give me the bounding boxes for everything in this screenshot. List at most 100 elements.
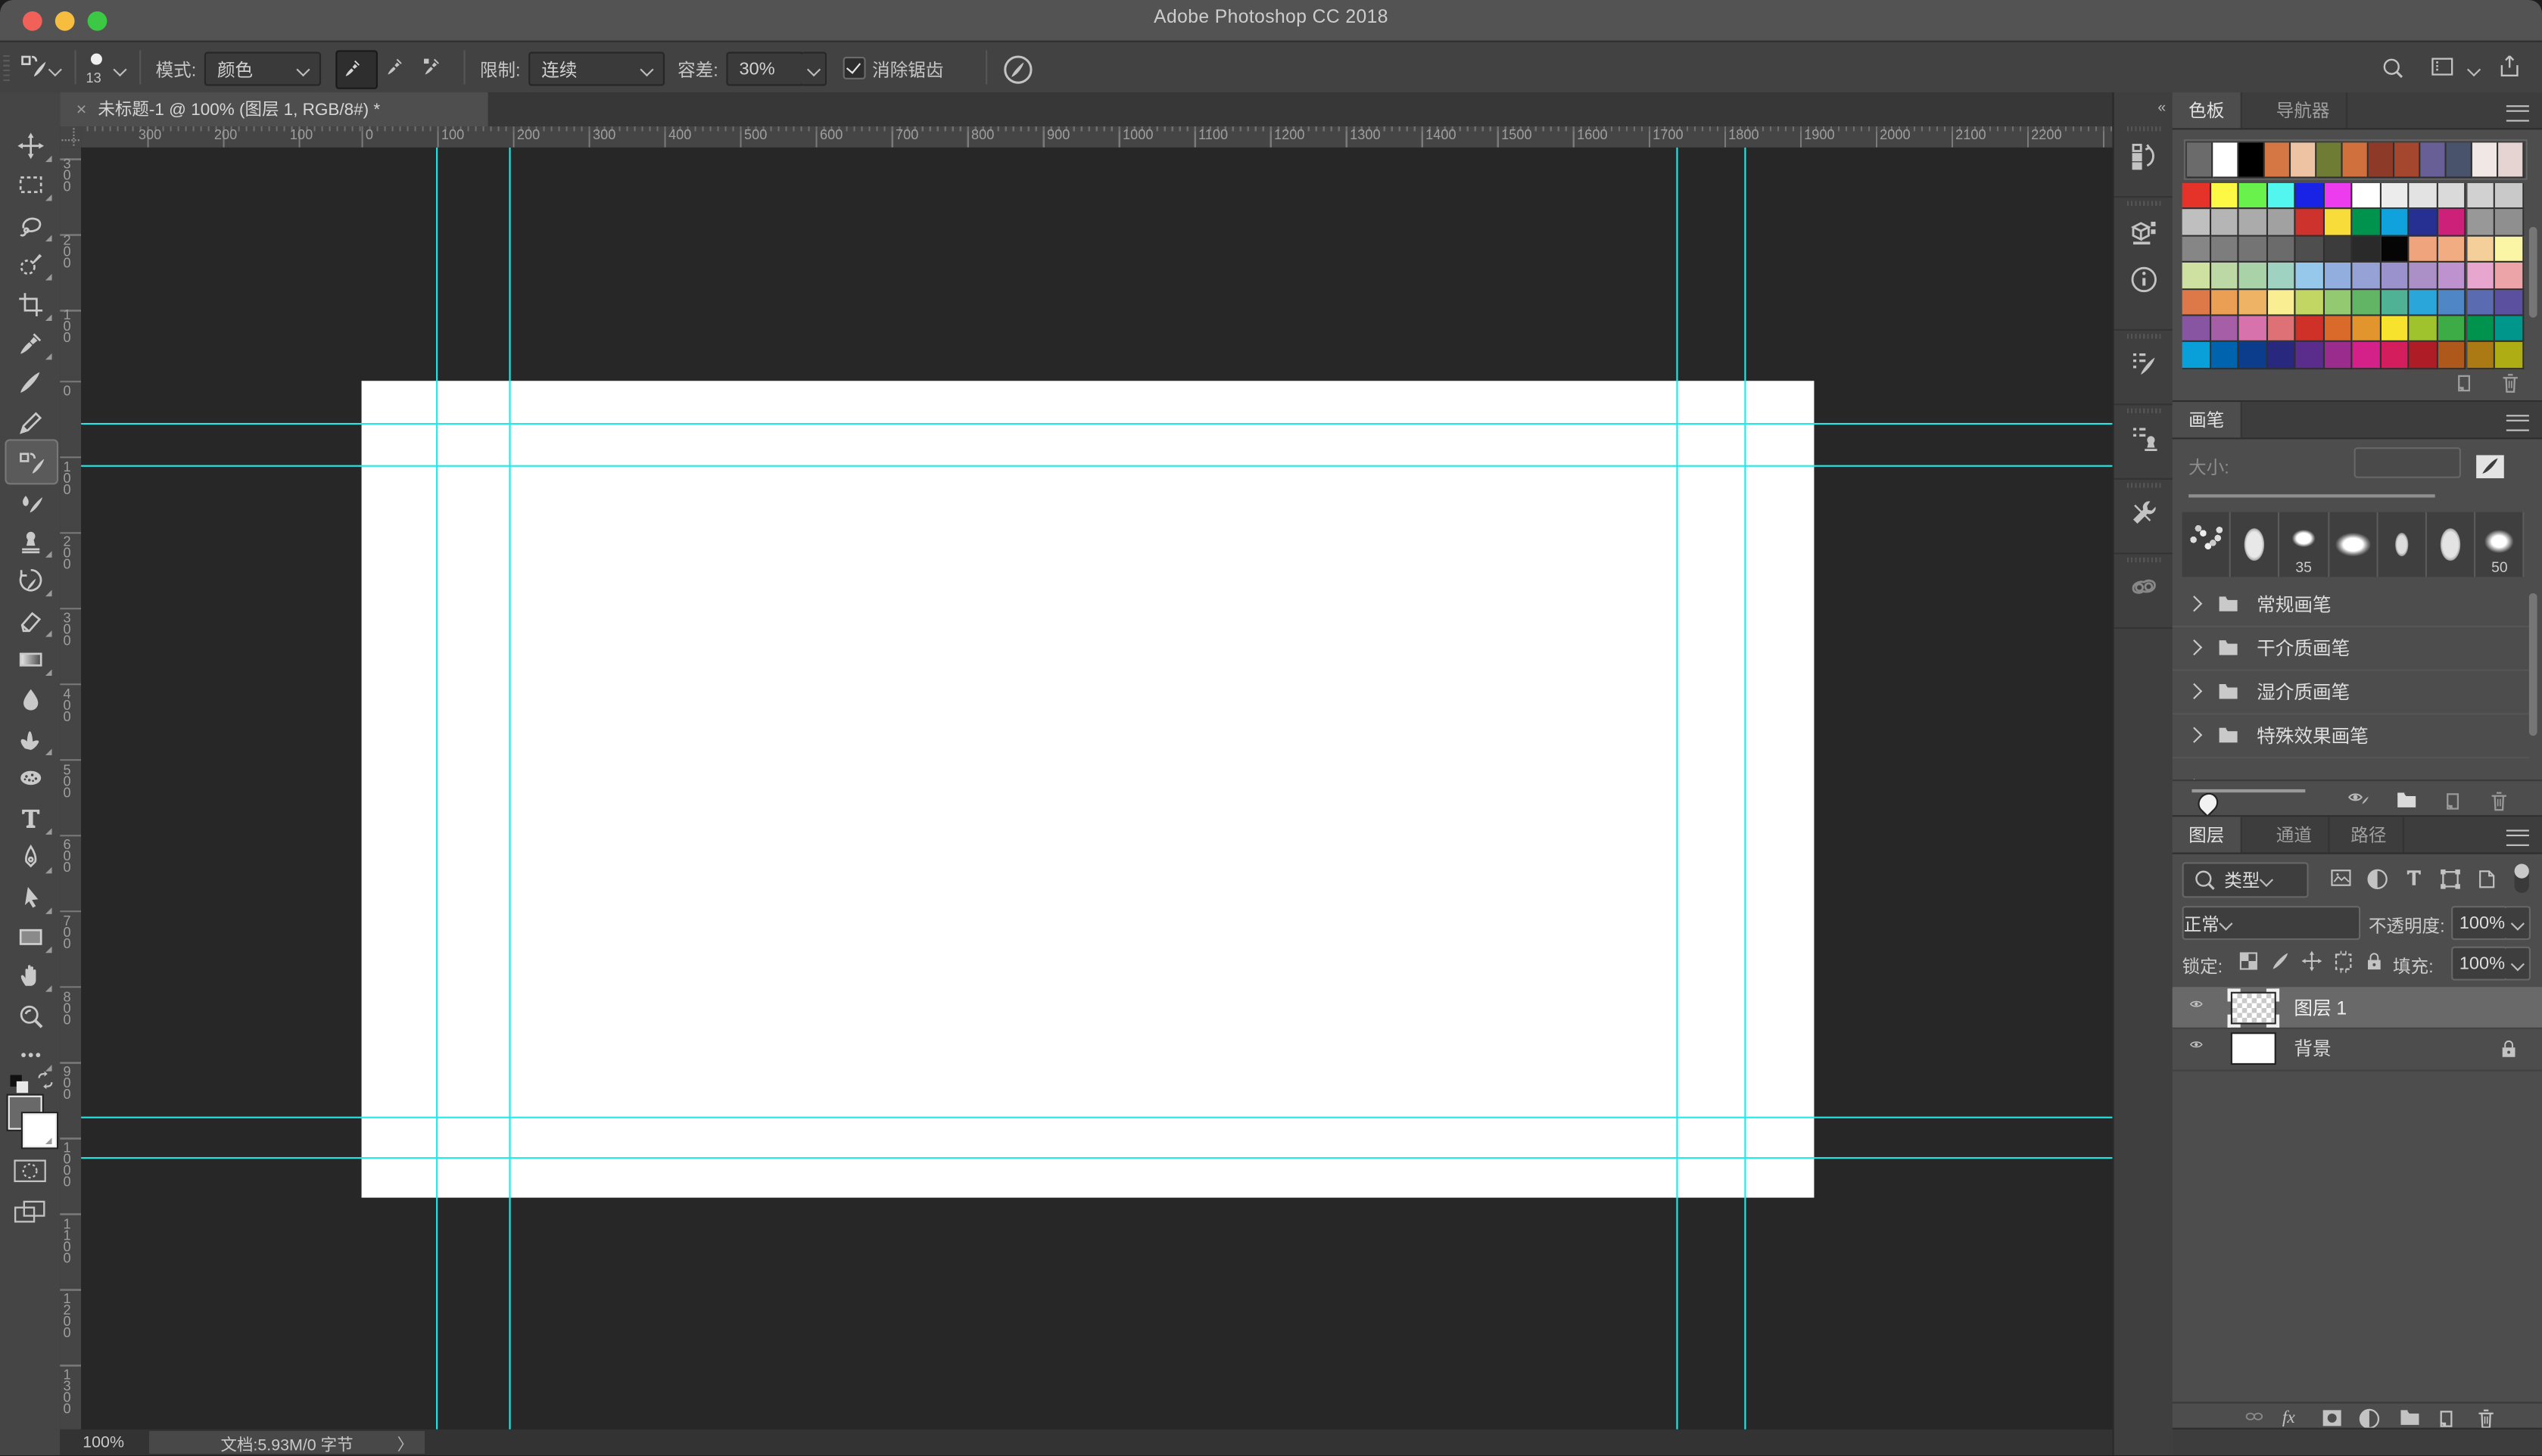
color-swatch[interactable]	[2267, 316, 2296, 343]
color-swatch[interactable]	[2438, 210, 2467, 236]
color-swatch[interactable]	[2296, 343, 2325, 369]
tool-hand[interactable]	[5, 957, 55, 995]
new-swatch-icon[interactable]	[2453, 371, 2477, 395]
properties-3d-panel-icon[interactable]	[2114, 206, 2174, 254]
tab-layers[interactable]: 图层	[2173, 817, 2242, 852]
lock-position-icon[interactable]	[2301, 950, 2323, 972]
expand-chevron-icon[interactable]	[2186, 683, 2202, 699]
brush-size-slider[interactable]	[2188, 494, 2435, 497]
color-swatch[interactable]	[2324, 316, 2353, 343]
color-swatch[interactable]	[2267, 236, 2296, 263]
fill-chevron[interactable]	[2505, 947, 2531, 981]
panel-menu-icon[interactable]	[2506, 829, 2529, 845]
sampling-once-button[interactable]	[385, 55, 409, 79]
small-stroke-brush[interactable]	[2378, 512, 2427, 577]
opacity-chevron[interactable]	[2505, 906, 2531, 940]
tool-presets-panel-icon[interactable]	[2114, 488, 2174, 537]
tab-channels[interactable]: 通道	[2260, 817, 2329, 852]
guide-vertical[interactable]	[436, 148, 438, 1430]
color-swatch[interactable]	[2353, 316, 2382, 343]
fuzzy-round-brush[interactable]	[2329, 512, 2378, 577]
lock-artboard-icon[interactable]	[2332, 950, 2356, 974]
color-swatch[interactable]	[2324, 289, 2353, 316]
color-swatch[interactable]	[2466, 289, 2495, 316]
tool-type[interactable]	[5, 798, 55, 837]
recent-swatch[interactable]	[2447, 142, 2472, 178]
limits-dropdown[interactable]: 连续	[528, 52, 665, 86]
new-group-icon[interactable]	[2396, 1407, 2423, 1430]
color-swatch[interactable]	[2495, 236, 2524, 263]
color-swatch[interactable]	[2210, 183, 2239, 210]
tool-move[interactable]	[5, 126, 55, 165]
panel-menu-icon[interactable]	[2506, 105, 2529, 121]
color-swatch[interactable]	[2182, 183, 2211, 210]
brush-group-row[interactable]: 干介质画笔	[2173, 626, 2529, 671]
color-swatch[interactable]	[2438, 183, 2467, 210]
tool-pen[interactable]	[5, 838, 55, 877]
color-swatch[interactable]	[2438, 236, 2467, 263]
color-swatch[interactable]	[2410, 263, 2438, 289]
brush-group-row[interactable]: 湿介质画笔	[2173, 669, 2529, 714]
default-colors-icon[interactable]	[8, 1073, 30, 1094]
color-swatch[interactable]	[2495, 343, 2524, 369]
color-swatch[interactable]	[2267, 263, 2296, 289]
new-brush-group-icon[interactable]	[2393, 789, 2420, 812]
color-swatch[interactable]	[2239, 210, 2268, 236]
color-swatch[interactable]	[2466, 210, 2495, 236]
canvas-viewport[interactable]	[81, 148, 2112, 1430]
tab-paths[interactable]: 路径	[2335, 817, 2404, 852]
color-swatch[interactable]	[2382, 183, 2410, 210]
current-tool-icon[interactable]	[20, 50, 49, 79]
color-swatch[interactable]	[2324, 263, 2353, 289]
color-swatch[interactable]	[2410, 316, 2438, 343]
tool-zoom[interactable]	[5, 997, 55, 1035]
color-swatch[interactable]	[2382, 210, 2410, 236]
opacity-input[interactable]: 100%	[2451, 906, 2508, 940]
color-swatch[interactable]	[2182, 289, 2211, 316]
tolerance-chevron[interactable]	[801, 52, 827, 86]
tool-path-selection[interactable]	[5, 878, 55, 916]
tool-eyedropper[interactable]	[5, 324, 55, 362]
panel-menu-icon[interactable]	[2506, 415, 2529, 431]
fill-input[interactable]: 100%	[2451, 947, 2508, 981]
recent-swatch[interactable]	[2343, 142, 2369, 178]
delete-brush-icon[interactable]	[2487, 789, 2511, 814]
horizontal-ruler[interactable]: 3002001000100200300400500600700800900100…	[81, 126, 2112, 149]
color-swatch[interactable]	[2466, 343, 2495, 369]
link-layers-icon[interactable]	[2241, 1407, 2268, 1426]
color-swatch[interactable]	[2239, 236, 2268, 263]
swatches-scrollbar[interactable]	[2529, 227, 2537, 318]
filter-toggle-pill[interactable]	[2515, 863, 2529, 893]
color-swatch[interactable]	[2382, 236, 2410, 263]
smart-object-filter-icon[interactable]	[2475, 867, 2498, 891]
guide-horizontal[interactable]	[81, 423, 2112, 425]
tool-crop[interactable]	[5, 285, 55, 323]
clone-source-panel-icon[interactable]	[2114, 413, 2174, 462]
document-canvas[interactable]	[362, 381, 1815, 1197]
antialias-checkbox[interactable]	[843, 57, 866, 79]
workspace-chevron-icon[interactable]	[2467, 64, 2480, 76]
recent-swatch[interactable]	[2369, 142, 2394, 178]
layer-style-fx-icon[interactable]: fx	[2279, 1405, 2305, 1428]
lock-all-icon[interactable]	[2363, 950, 2385, 972]
color-swatch[interactable]	[2239, 343, 2268, 369]
tablet-pressure-icon[interactable]	[1002, 54, 1034, 86]
color-swatch[interactable]	[2353, 263, 2382, 289]
layer-thumbnail[interactable]	[2232, 993, 2275, 1022]
mode-dropdown[interactable]: 颜色	[204, 52, 321, 86]
guide-horizontal[interactable]	[81, 1157, 2112, 1159]
layer-name[interactable]: 图层 1	[2294, 994, 2347, 1020]
color-swatch[interactable]	[2495, 289, 2524, 316]
brush-folder-icon[interactable]	[2474, 450, 2506, 481]
tool-lasso[interactable]	[5, 206, 55, 244]
shape-layer-filter-icon[interactable]	[2438, 867, 2463, 891]
info-panel-icon[interactable]	[2114, 254, 2174, 303]
guide-vertical[interactable]	[1676, 148, 1678, 1430]
soft-round-brush[interactable]: 35	[2280, 512, 2329, 577]
color-swatch[interactable]	[2495, 316, 2524, 343]
ruler-origin-box[interactable]	[60, 126, 83, 149]
color-swatch[interactable]	[2182, 316, 2211, 343]
brush-size-input[interactable]	[2354, 447, 2461, 478]
recent-swatch[interactable]	[2265, 142, 2291, 178]
color-swatch[interactable]	[2410, 183, 2438, 210]
